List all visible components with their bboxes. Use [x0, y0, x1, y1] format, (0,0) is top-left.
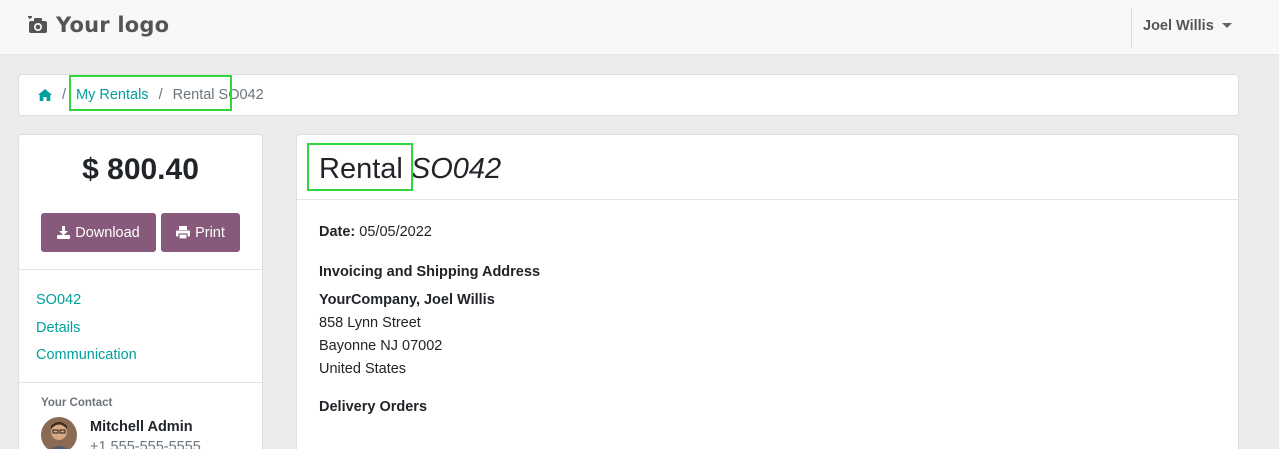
download-button[interactable]: Download — [41, 213, 156, 252]
user-name: Joel Willis — [1143, 18, 1214, 34]
sidebar-link-communication[interactable]: Communication — [36, 342, 245, 370]
sidebar-link-so042[interactable]: SO042 — [36, 287, 245, 315]
home-icon[interactable] — [38, 89, 52, 101]
contact-name: Mitchell Admin — [90, 418, 193, 435]
download-label: Download — [75, 224, 140, 241]
breadcrumb-current: Rental SO042 — [172, 87, 264, 103]
address-name: YourCompany, Joel Willis — [319, 292, 495, 308]
camera-icon — [28, 16, 47, 33]
order-total: $ 800.40 — [82, 153, 199, 186]
navbar-divider — [1131, 8, 1132, 48]
page-title: Rental SO042 — [297, 135, 1238, 200]
title-prefix: Rental — [319, 153, 403, 185]
contact-label: Your Contact — [41, 396, 113, 409]
order-date: Date: 05/05/2022 — [319, 224, 1216, 240]
avatar — [41, 416, 77, 449]
address-line: Bayonne NJ 07002 — [319, 338, 443, 354]
order-sidebar: $ 800.40 Download Print SO042 Details Co… — [18, 134, 263, 449]
print-icon — [176, 226, 191, 239]
top-navbar: Your logo Joel Willis — [0, 0, 1279, 55]
breadcrumb-separator: / — [62, 87, 67, 103]
address-line: 858 Lynn Street — [319, 315, 421, 331]
rental-order-card: Rental SO042 Date: 05/05/2022 Invoicing … — [296, 134, 1239, 449]
company-logo[interactable]: Your logo — [28, 13, 169, 37]
contact-section: Your Contact Mitchell Admin +1 555-555-5… — [19, 383, 262, 449]
order-reference: SO042 — [410, 153, 502, 185]
print-button[interactable]: Print — [161, 213, 240, 252]
sidebar-nav: SO042 Details Communication — [19, 270, 262, 382]
breadcrumb-separator: / — [158, 87, 163, 103]
download-icon — [57, 226, 71, 239]
breadcrumb: / My Rentals / Rental SO042 — [18, 74, 1239, 116]
sidebar-link-details[interactable]: Details — [36, 315, 245, 343]
date-value: 05/05/2022 — [359, 224, 432, 240]
delivery-orders-title: Delivery Orders — [319, 399, 428, 415]
caret-down-icon — [1221, 22, 1232, 28]
address-line: United States — [319, 361, 407, 377]
user-menu[interactable]: Joel Willis — [1143, 18, 1232, 34]
contact-phone: +1 555-555-5555 — [90, 438, 201, 449]
print-label: Print — [195, 224, 225, 241]
breadcrumb-my-rentals-link[interactable]: My Rentals — [76, 87, 149, 103]
logo-text: Your logo — [56, 13, 170, 37]
address-title: Invoicing and Shipping Address — [319, 264, 541, 280]
date-label: Date: — [319, 224, 356, 240]
